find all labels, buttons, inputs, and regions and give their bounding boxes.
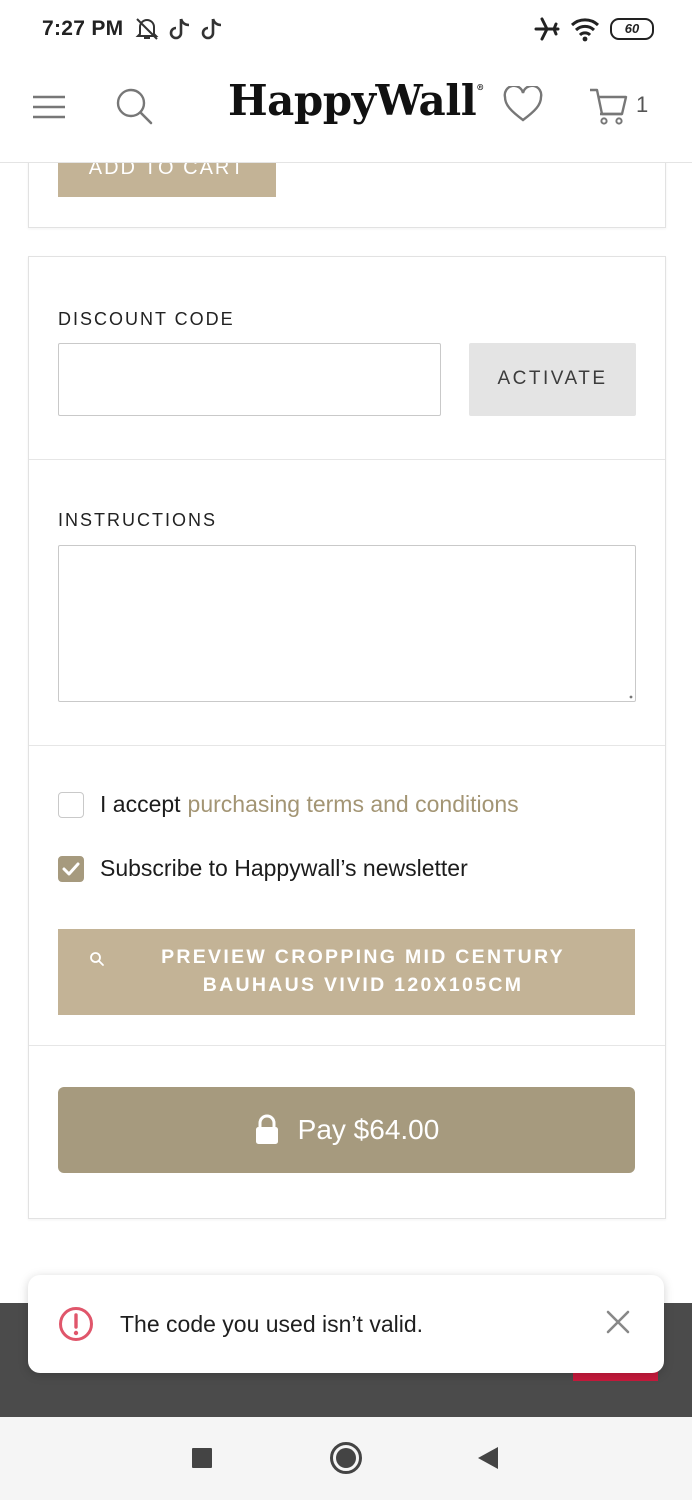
site-header: HappyWall® 1	[0, 62, 692, 163]
activate-button[interactable]: ACTIVATE	[469, 343, 636, 416]
divider	[29, 745, 665, 746]
home-icon[interactable]	[329, 1441, 363, 1475]
toast-message: The code you used isn’t valid.	[120, 1311, 424, 1337]
magnifier-icon	[90, 952, 104, 966]
brand-logo[interactable]: HappyWall®	[228, 76, 484, 125]
divider	[29, 459, 665, 460]
terms-prefix: I accept	[100, 791, 181, 817]
preview-cropping-button[interactable]: PREVIEW CROPPING MID CENTURY BAUHAUS VIV…	[58, 929, 635, 1015]
cart-icon[interactable]	[588, 86, 630, 126]
instructions-textarea[interactable]	[58, 545, 636, 702]
preview-line-1: PREVIEW CROPPING MID CENTURY	[161, 946, 565, 968]
airplane-icon	[534, 17, 560, 41]
muted-bell-icon	[135, 18, 159, 40]
instructions-label: INSTRUCTIONS	[58, 510, 217, 530]
back-icon[interactable]	[476, 1445, 500, 1471]
discount-code-input[interactable]	[58, 343, 441, 416]
brand-mark: ®	[476, 82, 484, 92]
lock-icon	[255, 1114, 278, 1144]
divider	[29, 1045, 665, 1046]
menu-icon[interactable]	[32, 92, 66, 122]
pay-button[interactable]: Pay $64.00	[58, 1087, 635, 1173]
battery-icon: 60	[610, 18, 654, 40]
status-time: 7:27 PM	[42, 17, 124, 40]
recents-icon[interactable]	[191, 1447, 213, 1469]
search-icon[interactable]	[114, 86, 154, 126]
system-nav-bar	[0, 1417, 692, 1500]
pay-label: Pay $64.00	[297, 1114, 440, 1145]
newsletter-label: Subscribe to Happywall’s newsletter	[100, 855, 468, 881]
tiktok-icon	[169, 18, 190, 40]
status-bar: 7:27 PM 60	[0, 0, 692, 62]
terms-link[interactable]: purchasing terms and conditions	[188, 791, 519, 818]
checkout-card: DISCOUNT CODE ACTIVATE INSTRUCTIONS I ac…	[28, 256, 666, 1219]
wifi-icon	[570, 18, 600, 42]
brand-name: HappyWall	[228, 76, 477, 125]
terms-checkbox[interactable]	[58, 791, 84, 818]
newsletter-checkbox[interactable]	[58, 855, 84, 882]
close-icon[interactable]	[606, 1310, 630, 1334]
newsletter-row: Subscribe to Happywall’s newsletter	[58, 855, 468, 882]
resize-handle-icon[interactable]	[627, 693, 633, 699]
preview-line-2: BAUHAUS VIVID 120X105CM	[202, 974, 524, 996]
terms-row: I accept purchasing terms and conditions	[58, 791, 519, 818]
status-icons-left	[134, 16, 224, 42]
status-icons-right: 60	[534, 16, 654, 42]
cart-count[interactable]: 1	[636, 92, 648, 118]
error-icon	[59, 1307, 93, 1341]
checkmark-icon	[62, 862, 80, 875]
preview-button-label: PREVIEW CROPPING MID CENTURY BAUHAUS VIV…	[158, 943, 568, 999]
heart-icon[interactable]	[503, 86, 543, 124]
discount-code-label: DISCOUNT CODE	[58, 309, 235, 329]
error-toast: The code you used isn’t valid.	[28, 1275, 664, 1373]
tiktok-icon	[201, 18, 222, 40]
